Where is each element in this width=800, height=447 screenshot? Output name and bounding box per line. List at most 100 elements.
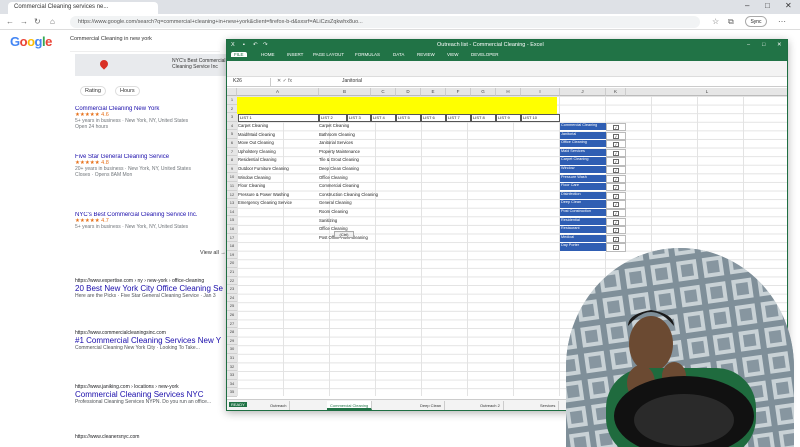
ribbon-tab-file[interactable]: FILE [231,52,247,57]
browser-tab[interactable]: Commercial Cleaning services ne... [8,2,158,14]
checkbox-cell[interactable]: ✓ [606,191,626,200]
checkbox-cell[interactable]: ✓ [606,217,626,226]
checkbox-checked-icon[interactable]: ✓ [613,236,619,242]
profile-button[interactable]: Sync [745,16,767,27]
header-cell[interactable]: LIST 2 [319,114,347,122]
column-header[interactable]: G [471,88,496,96]
yellow-banner-cells[interactable] [237,97,557,114]
cell-a[interactable]: Outdoor Furniture Cleaning [238,166,323,175]
column-header[interactable]: J [560,88,606,96]
keyword-cell[interactable]: Day Porter [560,243,606,252]
local-listing[interactable]: Five Star General Cleaning Service ★★★★★… [75,154,225,178]
row-header[interactable]: 31 [227,354,237,363]
row-header[interactable]: 12 [227,190,237,200]
row-header[interactable]: 21 [227,268,237,277]
header-cell[interactable]: LIST 6 [421,114,446,122]
checkbox-checked-icon[interactable]: ✓ [613,185,619,191]
paste-options-tag[interactable]: (Ctrl) [334,231,354,238]
cell-b[interactable]: Office Cleaning [319,175,419,184]
menu-icon[interactable]: ⋯ [778,17,786,26]
keyword-cell[interactable]: Floor Care [560,183,606,192]
cell-b[interactable]: Tile & Grout Cleaning [319,157,419,166]
row-header[interactable]: 3 [227,113,237,122]
cell-b[interactable]: Janitorial Services [319,140,419,149]
result-url[interactable]: https://www.cleanersnyc.com [75,434,230,440]
checkbox-cell[interactable]: ✓ [606,209,626,218]
sheet-tab[interactable]: Deep Clean [417,401,446,410]
checkbox-cell[interactable]: ✓ [606,157,626,166]
checkbox-checked-icon[interactable]: ✓ [613,133,619,139]
row-header[interactable]: 11 [227,182,237,191]
checkbox-checked-icon[interactable]: ✓ [613,142,619,148]
cell-a[interactable]: Emergency Cleaning Service [238,200,323,209]
sheet-tab[interactable]: Outreach [267,401,291,410]
cell-a[interactable]: Maid/Maid Cleaning [238,132,323,141]
search-result[interactable]: https://www.cleanersnyc.com [75,434,230,440]
column-header[interactable]: F [446,88,471,96]
keyword-cell[interactable]: Maid Services [560,148,606,157]
row-header[interactable]: 7 [227,147,237,157]
column-header[interactable]: L [626,88,787,96]
filter-hours[interactable]: Hours [115,86,140,96]
keyword-cell[interactable]: Restaurant [560,226,606,235]
redo-icon[interactable]: ↷ [263,42,268,48]
cell-a[interactable]: Upholstery Cleaning [238,149,323,158]
checkbox-checked-icon[interactable]: ✓ [613,150,619,156]
row-header[interactable]: 30 [227,345,237,354]
cell-a[interactable]: Carpet Cleaning [238,123,323,132]
reload-icon[interactable]: ↻ [34,17,41,26]
cell-a[interactable]: Pressure & Power Washing [238,192,323,201]
select-all-corner[interactable] [227,88,237,96]
google-logo[interactable]: Google [10,34,52,49]
checkbox-checked-icon[interactable]: ✓ [613,202,619,208]
column-header[interactable]: B [319,88,371,96]
cell-b[interactable]: Carpet Cleaning [319,123,419,132]
header-cell[interactable]: LIST 8 [471,114,496,122]
row-header[interactable]: 27 [227,319,237,329]
row-header[interactable]: 22 [227,276,237,286]
row-header[interactable]: 16 [227,225,237,234]
result-title[interactable]: #1 Commercial Cleaning Services New Y [75,336,230,345]
search-result[interactable]: https://www.expertise.com › ny › new-yor… [75,278,230,299]
ribbon-tab-formulas[interactable]: FORMULAS [355,52,380,57]
close-icon[interactable]: ✕ [785,1,792,10]
row-header[interactable]: 9 [227,164,237,174]
checkbox-cell[interactable]: ✓ [606,174,626,183]
forward-icon[interactable]: → [20,17,28,26]
search-result[interactable]: https://www.janiking.com › locations › n… [75,384,230,405]
column-header[interactable]: E [421,88,446,96]
header-cell[interactable]: LIST 7 [446,114,471,122]
sheet-tab[interactable]: Outreach 2 [477,401,504,410]
row-header[interactable]: 18 [227,242,237,251]
ribbon-tab-home[interactable]: HOME [261,52,275,57]
checkbox-checked-icon[interactable]: ✓ [613,219,619,225]
checkbox-cell[interactable]: ✓ [606,200,626,209]
undo-icon[interactable]: ↶ [253,42,258,48]
result-title[interactable]: 20 Best New York City Office Cleaning Se [75,284,230,293]
ribbon-tab-data[interactable]: DATA [393,52,404,57]
row-header[interactable]: 8 [227,156,237,165]
cell-b[interactable]: Construction Cleaning Cleaning [319,192,419,201]
minimize-icon[interactable]: – [745,1,749,10]
row-header[interactable]: 19 [227,250,237,260]
row-header[interactable]: 20 [227,259,237,268]
column-header[interactable]: H [496,88,521,96]
checkbox-checked-icon[interactable]: ✓ [613,176,619,182]
column-header[interactable]: K [606,88,626,96]
cell-a[interactable]: Move Out Cleaning [238,140,323,149]
excel-minimize-icon[interactable]: – [747,42,750,48]
ribbon-tab-page-layout[interactable]: PAGE LAYOUT [313,52,344,57]
excel-maximize-icon[interactable]: □ [762,42,765,48]
keyword-cell[interactable]: Commercial Cleaning [560,123,606,132]
checkbox-cell[interactable]: ✓ [606,131,626,140]
keyword-cell[interactable]: Deep Clean [560,200,606,209]
checkbox-cell[interactable]: ✓ [606,166,626,175]
row-header[interactable]: 14 [227,207,237,217]
fx-icon[interactable]: ✕ ✓ fx [277,78,292,84]
header-cell[interactable]: LIST 9 [496,114,521,122]
checkbox-cell[interactable]: ✓ [606,148,626,157]
keyword-cell[interactable]: Post Construction [560,209,606,218]
row-header[interactable]: 1 [227,96,237,105]
ribbon-tab-view[interactable]: VIEW [447,52,459,57]
ribbon-tab-insert[interactable]: INSERT [287,52,303,57]
